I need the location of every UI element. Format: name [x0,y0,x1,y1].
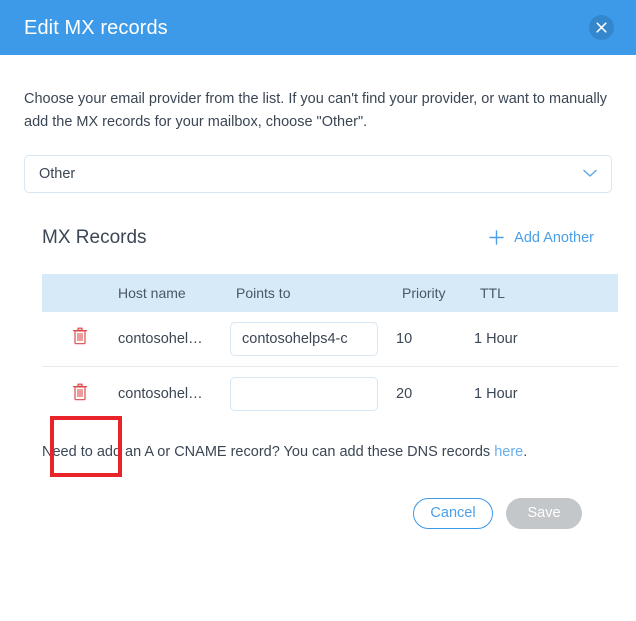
add-another-button[interactable]: Add Another [489,230,594,246]
dns-note-text-after: . [523,443,528,460]
points-to-cell [230,377,396,412]
mx-records-header: MX Records Add Another [42,223,594,253]
dialog-actions: Cancel Save [42,497,594,529]
ttl-value: 1 Hour [474,386,518,403]
chevron-down-icon [583,169,597,178]
add-another-label: Add Another [514,229,594,246]
priority-value: 20 [396,386,413,403]
close-button[interactable] [589,15,614,40]
cancel-button[interactable]: Cancel [413,497,493,529]
trash-icon [72,383,88,406]
ttl-value: 1 Hour [474,330,518,347]
points-to-input[interactable] [230,321,378,356]
mx-records-table: Host name Points to Priority TTL contoso… [42,273,618,422]
edit-mx-records-dialog: Edit MX records Choose your email provid… [0,0,636,621]
column-header-priority: Priority [402,284,446,301]
mx-records-title: MX Records [42,226,147,248]
email-provider-value: Other [39,165,76,182]
delete-record-button[interactable] [68,381,92,407]
host-name-value: contosohel… [118,386,203,403]
table-row: contosohel… 20 1 Hour [42,367,618,422]
host-name-value: contosohel… [118,330,203,347]
dialog-header: Edit MX records [0,0,636,55]
plus-icon [489,230,504,246]
points-to-input[interactable] [230,377,378,412]
mx-records-section: MX Records Add Another Host name Points … [24,223,618,529]
column-header-points-to: Points to [236,284,291,301]
table-row: contosohel… 10 1 Hour [42,312,618,367]
intro-text: Choose your email provider from the list… [24,91,608,131]
page-title: Edit MX records [24,16,168,39]
dns-note-text-before: Need to add an A or CNAME record? You ca… [42,443,495,460]
points-to-cell [230,321,396,356]
column-header-ttl: TTL [480,284,505,301]
close-icon [596,22,607,33]
delete-record-button[interactable] [68,326,92,352]
dns-records-link[interactable]: here [494,444,523,460]
dialog-body: Choose your email provider from the list… [0,88,636,529]
trash-icon [72,327,88,350]
email-provider-select[interactable]: Other [24,154,612,193]
column-header-host-name: Host name [118,284,186,301]
priority-value: 10 [396,330,413,347]
dns-records-note: Need to add an A or CNAME record? You ca… [42,442,594,464]
table-header-row: Host name Points to Priority TTL [42,273,618,312]
save-button: Save [506,497,582,529]
delete-record-cell [42,381,118,407]
delete-record-cell [42,326,118,352]
